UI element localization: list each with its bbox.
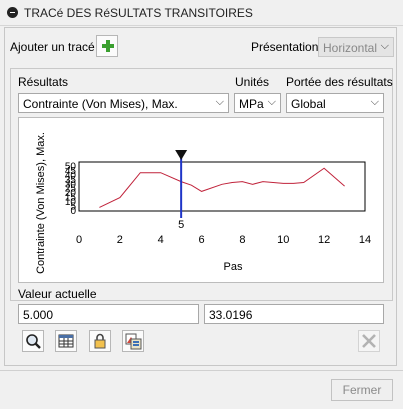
chart-area: 0 5 10 15 20 25 30 35 40 45 50 0 2 4 6 8 10 12 14 5 Contra… bbox=[18, 117, 384, 283]
image-export-button[interactable] bbox=[122, 330, 144, 352]
presentation-label: Présentation bbox=[251, 40, 319, 54]
chevron-down-icon: ⌵ bbox=[267, 96, 276, 108]
units-value: MPa bbox=[239, 97, 264, 111]
x-tick-label: 2 bbox=[117, 234, 123, 246]
zoom-button[interactable] bbox=[22, 330, 44, 352]
current-step-value: 5.000 bbox=[23, 308, 54, 322]
chevron-down-icon: ⌵ bbox=[370, 96, 379, 108]
current-step-marker-icon bbox=[175, 150, 188, 160]
x-tick-label: 14 bbox=[359, 234, 371, 246]
footer-divider bbox=[0, 370, 403, 371]
add-plot-button[interactable] bbox=[96, 35, 118, 57]
lock-icon bbox=[94, 333, 106, 349]
x-tick-label: 10 bbox=[277, 234, 289, 246]
lock-button[interactable] bbox=[89, 330, 111, 352]
table-button[interactable] bbox=[55, 330, 77, 352]
plus-icon bbox=[97, 36, 117, 56]
current-result-value: 33.0196 bbox=[209, 308, 253, 322]
delete-icon bbox=[362, 334, 376, 348]
add-plot-label: Ajouter un tracé bbox=[10, 40, 95, 54]
title-bar: TRACé DES RéSULTATS TRANSITOIRES bbox=[0, 0, 403, 26]
window-title: TRACé DES RéSULTATS TRANSITOIRES bbox=[24, 6, 253, 20]
units-select[interactable]: MPa ⌵ bbox=[234, 93, 281, 113]
chevron-down-icon: ⌵ bbox=[380, 40, 389, 52]
table-icon bbox=[58, 334, 74, 348]
x-tick-label: 4 bbox=[158, 234, 164, 246]
results-value: Contrainte (Von Mises), Max. bbox=[23, 97, 178, 111]
close-button[interactable]: Fermer bbox=[331, 379, 393, 401]
presentation-select: Horizontal ⌵ bbox=[318, 37, 394, 57]
x-tick-label: 8 bbox=[239, 234, 245, 246]
x-axis-label: Pas bbox=[224, 261, 243, 273]
x-tick-label: 6 bbox=[199, 234, 205, 246]
scope-label: Portée des résultats bbox=[286, 75, 393, 89]
current-step-field[interactable]: 5.000 bbox=[18, 304, 199, 324]
results-select[interactable]: Contrainte (Von Mises), Max. ⌵ bbox=[18, 93, 229, 113]
scope-select[interactable]: Global ⌵ bbox=[286, 93, 384, 113]
zoom-icon bbox=[26, 334, 41, 349]
image-export-icon bbox=[125, 333, 142, 350]
x-tick-label: 12 bbox=[318, 234, 330, 246]
y-axis-label: Contrainte (Von Mises), Max. bbox=[35, 132, 47, 274]
chevron-down-icon: ⌵ bbox=[215, 96, 224, 108]
current-step-marker-label: 5 bbox=[178, 219, 184, 231]
x-tick-label: 0 bbox=[76, 234, 82, 246]
presentation-value: Horizontal bbox=[323, 41, 378, 55]
y-tick-label: 50 bbox=[65, 161, 77, 172]
transient-chart[interactable]: 051015202530354045500 2 4 6 8 10 12 14 5 Contra… bbox=[19, 118, 383, 282]
units-label: Unités bbox=[235, 75, 270, 89]
delete-button[interactable] bbox=[358, 330, 380, 352]
collapse-icon[interactable] bbox=[7, 7, 18, 18]
scope-value: Global bbox=[291, 97, 326, 111]
current-value-label: Valeur actuelle bbox=[18, 287, 97, 301]
current-result-field[interactable]: 33.0196 bbox=[204, 304, 384, 324]
results-label: Résultats bbox=[18, 75, 69, 89]
